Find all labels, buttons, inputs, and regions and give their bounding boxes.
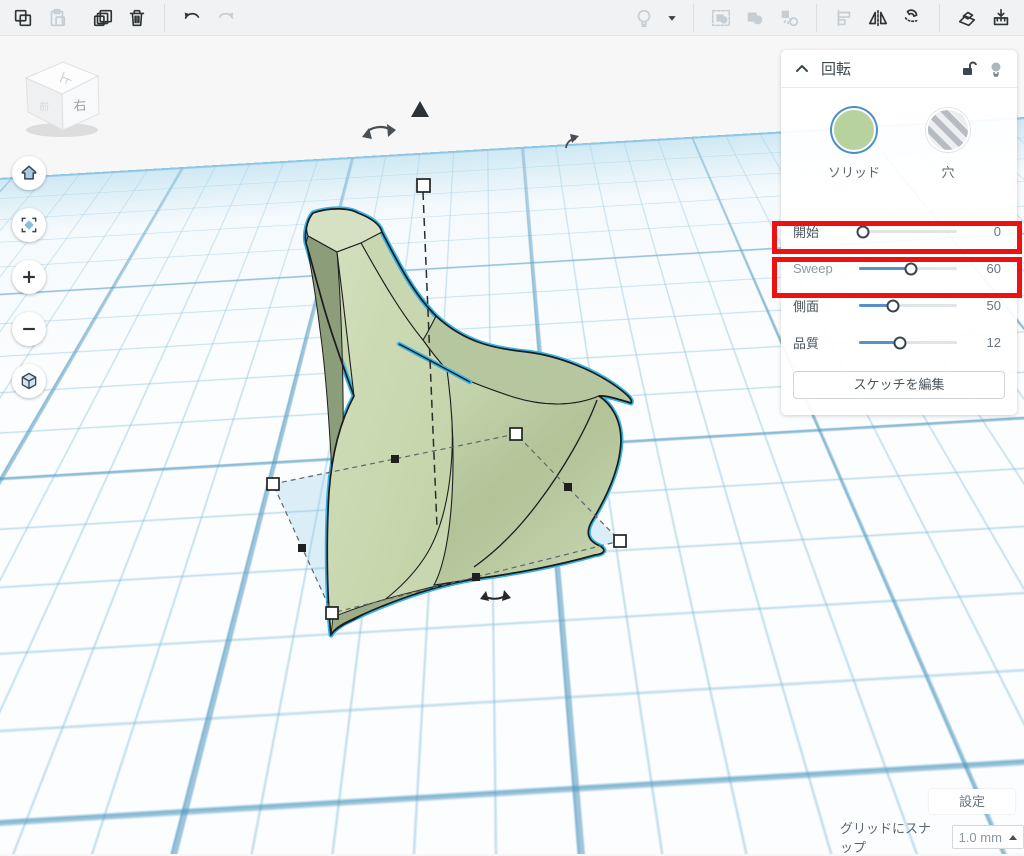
snap-grid-row: グリッドにスナップ 1.0 mm xyxy=(840,818,1024,856)
show-all-bulb-icon xyxy=(633,7,655,29)
slider-quality-value: 12 xyxy=(957,335,1005,350)
snap-grid-value: 1.0 mm xyxy=(959,830,1009,845)
snap-grid-label: グリッドにスナップ xyxy=(840,818,944,856)
slider-sweep-label: Sweep xyxy=(793,261,859,276)
redo-button[interactable] xyxy=(209,3,243,33)
material-options: ソリッド 穴 xyxy=(781,108,1017,181)
show-all-button[interactable] xyxy=(627,3,661,33)
slider-sides-track[interactable] xyxy=(859,304,957,307)
magnet-button[interactable] xyxy=(895,3,929,33)
slider-quality-row: 品質 12 xyxy=(793,324,1005,361)
slider-quality-track[interactable] xyxy=(859,341,957,344)
collapse-panel-button[interactable] xyxy=(793,60,811,78)
perspective-toggle-button[interactable] xyxy=(12,364,46,398)
ruler-button[interactable] xyxy=(984,3,1018,33)
undo-icon xyxy=(181,7,203,29)
slider-sweep-handle[interactable] xyxy=(904,262,917,275)
zoom-out-icon xyxy=(19,319,39,339)
material-solid-option[interactable]: ソリッド xyxy=(828,108,880,181)
redo-icon xyxy=(215,7,237,29)
group-button[interactable] xyxy=(704,3,738,33)
view-nav-column xyxy=(12,156,46,416)
slider-sides-label: 側面 xyxy=(793,296,859,315)
view-cube-right-label: 右 xyxy=(73,98,87,114)
magnet-icon xyxy=(901,7,923,29)
align-icon xyxy=(833,7,855,29)
view-cube-left-label: 前 xyxy=(39,100,50,114)
align-button[interactable] xyxy=(827,3,861,33)
home-icon xyxy=(19,163,39,183)
copy-button[interactable] xyxy=(6,3,40,33)
snap-grid-select[interactable]: 1.0 mm xyxy=(952,825,1024,849)
slider-start-label: 開始 xyxy=(793,222,859,241)
mirror-icon xyxy=(867,7,889,29)
duplicate-icon xyxy=(92,7,114,29)
workplane-icon xyxy=(956,7,978,29)
slider-sweep-row: Sweep 60 xyxy=(793,250,1005,287)
slider-row-start: 開始 0 xyxy=(793,213,1005,250)
panel-header: 回転 xyxy=(781,50,1017,88)
view-cube[interactable]: 上 右 前 xyxy=(8,50,112,140)
unlock-icon xyxy=(959,60,977,78)
slider-start-handle[interactable] xyxy=(856,225,869,238)
hide-button[interactable] xyxy=(987,60,1005,78)
top-toolbar xyxy=(0,0,1024,36)
lock-button[interactable] xyxy=(959,60,977,78)
panel-title: 回転 xyxy=(821,58,851,79)
zoom-out-button[interactable] xyxy=(12,312,46,346)
solid-swatch[interactable] xyxy=(832,108,876,152)
fit-view-button[interactable] xyxy=(12,208,46,242)
solid-label: ソリッド xyxy=(828,162,880,181)
duplicate-button[interactable] xyxy=(86,3,120,33)
bulb-icon xyxy=(987,60,1005,78)
slider-start-track[interactable] xyxy=(859,230,957,233)
slider-start-value: 0 xyxy=(957,224,1005,239)
hole-swatch[interactable] xyxy=(926,108,970,152)
zoom-in-icon xyxy=(19,267,39,287)
undo-button[interactable] xyxy=(175,3,209,33)
slider-quality-label: 品質 xyxy=(793,333,859,352)
zoom-in-button[interactable] xyxy=(12,260,46,294)
slider-sides-handle[interactable] xyxy=(887,299,900,312)
material-hole-option[interactable]: 穴 xyxy=(926,108,970,181)
ungroup-all-icon xyxy=(778,7,800,29)
copy-icon xyxy=(12,7,34,29)
ruler-icon xyxy=(990,7,1012,29)
ungroup-all-button[interactable] xyxy=(772,3,806,33)
chevron-up-icon xyxy=(793,60,811,78)
show-all-dropdown-button[interactable] xyxy=(661,3,683,33)
delete-icon xyxy=(126,7,148,29)
delete-button[interactable] xyxy=(120,3,154,33)
caret-up-icon xyxy=(1009,835,1017,840)
settings-button[interactable]: 設定 xyxy=(929,789,1015,814)
slider-quality-handle[interactable] xyxy=(894,336,907,349)
shape-inspector-panel: 回転 ソリッド 穴 開始 0 Sweep xyxy=(781,50,1017,415)
fit-view-icon xyxy=(19,215,39,235)
hole-label: 穴 xyxy=(941,162,954,181)
slider-sides-row: 側面 50 xyxy=(793,287,1005,324)
paste-icon xyxy=(46,7,68,29)
mirror-button[interactable] xyxy=(861,3,895,33)
home-view-button[interactable] xyxy=(12,156,46,190)
slider-sides-value: 50 xyxy=(957,298,1005,313)
dropdown-caret-icon xyxy=(661,7,683,29)
ungroup-button[interactable] xyxy=(738,3,772,33)
paste-button[interactable] xyxy=(40,3,74,33)
slider-sweep-value: 60 xyxy=(957,261,1005,276)
slider-list: 開始 0 Sweep 60 側面 50 品質 xyxy=(781,213,1017,361)
group-icon xyxy=(710,7,732,29)
perspective-cube-icon xyxy=(19,371,39,391)
ungroup-icon xyxy=(744,7,766,29)
workplane-button[interactable] xyxy=(950,3,984,33)
edit-sketch-button[interactable]: スケッチを編集 xyxy=(793,371,1005,399)
slider-sweep-track[interactable] xyxy=(859,267,957,270)
